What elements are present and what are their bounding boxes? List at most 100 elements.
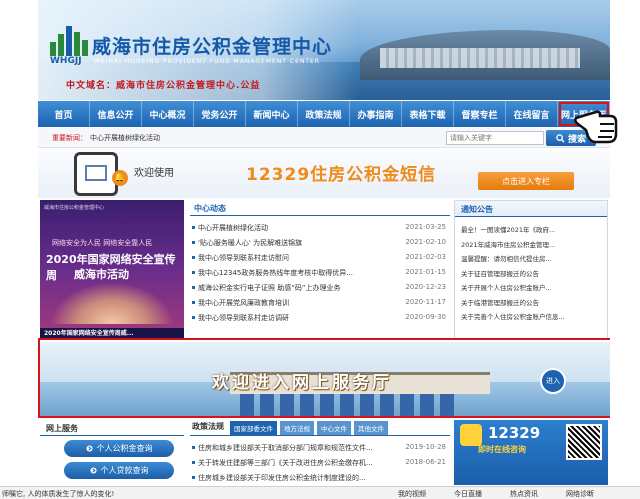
news-title: 我中心领导到联系村走访调研 [198, 314, 289, 322]
main-nav: 首页 信息公开 中心概况 党务公开 新闻中心 政策法规 办事指南 表格下载 督察… [38, 101, 610, 127]
search-icon [556, 133, 565, 143]
logo-bars-icon [50, 20, 90, 56]
bullet-icon [192, 226, 195, 229]
promo-image [50, 282, 174, 324]
list-item[interactable]: 威海公积金实行电子证照 助感“码”上办理业务 2020-12-23 [190, 280, 450, 295]
list-item[interactable]: 关于征召管理部搬迁的公告 [455, 265, 607, 280]
bullet-icon [192, 286, 195, 289]
center-news-title[interactable]: 中心动态 [194, 203, 226, 214]
list-item[interactable]: 关于完善个人住房公积金账户信息... [455, 308, 607, 323]
hotline-phone-icon [460, 424, 482, 446]
sms-title: 12329住房公积金短信 [246, 165, 437, 185]
nav-item-policy[interactable]: 政策法规 [298, 101, 350, 127]
list-item[interactable]: 住房和城乡建设部关于取消部分部门规章和规范性文件... 2019-10-28 [190, 440, 450, 455]
notice-item-title: 关于临港管理部搬迁的公告 [461, 298, 539, 307]
promo-org: 威海市住房公积金管理中心 [44, 205, 105, 211]
phone-icon [74, 152, 118, 196]
bullet-icon [192, 476, 195, 479]
hotline-panel[interactable]: 12329 即时在线咨询 [454, 420, 608, 485]
header-banner: WHGJJ 威海市住房公积金管理中心 WEIHAI HOUSING PROVID… [38, 0, 610, 100]
site-logo[interactable]: WHGJJ [50, 20, 90, 66]
bullet-icon [192, 461, 195, 464]
list-item[interactable]: 我中心12345政务服务热线年度考核中取得优异... 2021-01-15 [190, 265, 450, 280]
list-item[interactable]: 温馨提醒：请勿相信代提住房... [455, 250, 607, 265]
hotline-subtitle: 即时在线咨询 [478, 445, 526, 454]
taskbar-news-ticker[interactable]: 师嘱它, 人的体质发生了惊人的变化! [2, 489, 114, 499]
notice-item-title: 关于完善个人住房公积金账户信息... [461, 313, 565, 321]
nav-item-guide[interactable]: 办事指南 [350, 101, 402, 127]
list-item[interactable]: '贴心服务暖人心' 为民解难送锦旗 2021-02-10 [190, 235, 450, 250]
personal-loan-query-button[interactable]: 个人贷款查询 [64, 462, 174, 479]
policy-item-title: 住房城乡建设部关于印发住房公积金统计制度建设的... [198, 474, 366, 482]
list-item[interactable]: 2021年威海市住房公积金管理... [455, 236, 607, 251]
site-name-en: WEIHAI HOUSING PROVIDENT FUND MANAGEMENT… [94, 58, 320, 65]
list-item[interactable]: 我中心开展党风廉政教育培训 2020-11-17 [190, 295, 450, 310]
list-item[interactable]: 住房城乡建设部关于印发住房公积金统计制度建设的... [190, 470, 450, 485]
enter-column-button[interactable]: 点击进入专栏 [478, 172, 574, 190]
nav-item-forms[interactable]: 表格下载 [402, 101, 454, 127]
notice-item-title: 关于征召管理部搬迁的公告 [461, 269, 539, 278]
security-week-promo[interactable]: 威海市住房公积金管理中心 网络安全为人民 网络安全靠人民 2020年国家网络安全… [40, 200, 184, 340]
notice-title[interactable]: 通知公告 [461, 204, 493, 215]
list-item[interactable]: 我中心领导到联系村走访调研 2020-09-30 [190, 310, 450, 325]
nav-item-supervision[interactable]: 督察专栏 [454, 101, 506, 127]
news-date: 2021-03-25 [405, 223, 446, 231]
notice-item-title: 最全！一图读懂2021年《政府... [461, 226, 556, 234]
highlight-box [38, 338, 610, 418]
taskbar: 师嘱它, 人的体质发生了惊人的变化! 我的视频 今日直播 热点资讯 网络诊断 [0, 486, 640, 499]
bottom-row: 网上服务 个人公积金查询 个人贷款查询 政策法规 国家部委文件 地方法规 中心文… [38, 420, 610, 485]
bullet-icon [192, 271, 195, 274]
search-input[interactable] [446, 131, 544, 145]
arrow-right-icon [89, 467, 97, 474]
tab-local[interactable]: 地方法规 [280, 421, 314, 435]
taskbar-network-diagnosis[interactable]: 网络诊断 [566, 489, 594, 499]
news-title: 我中心开展党风廉政教育培训 [198, 299, 289, 307]
news-title: 我中心12345政务服务热线年度考核中取得优异... [198, 269, 353, 277]
policy-item-date: 2018-06-21 [405, 458, 446, 466]
nav-item-message[interactable]: 在线留言 [506, 101, 558, 127]
notice-list: 最全！一图读懂2021年《政府... 2021年威海市住房公积金管理... 温馨… [455, 221, 607, 323]
tab-other[interactable]: 其他文件 [354, 421, 388, 435]
notice-header: 通知公告 [455, 201, 607, 217]
welcome-text: 欢迎使用 [134, 168, 174, 179]
news-date: 2021-02-10 [405, 238, 446, 246]
news-date: 2021-02-03 [405, 253, 446, 261]
website: WHGJJ 威海市住房公积金管理中心 WEIHAI HOUSING PROVID… [38, 0, 610, 485]
notice-item-title: 关于开展个人住房公积金账户... [461, 284, 552, 292]
headline-link[interactable]: 中心开展植树绿化活动 [90, 133, 160, 143]
list-item[interactable]: 关于临港管理部搬迁的公告 [455, 294, 607, 309]
nav-item-home[interactable]: 首页 [38, 101, 90, 127]
list-item[interactable]: 关于转发住建部等三部门《关于改进住房公积金缴存机... 2018-06-21 [190, 455, 450, 470]
policy-panel: 政策法规 国家部委文件 地方法规 中心文件 其他文件 住房和城乡建设部关于取消部… [190, 420, 450, 485]
personal-fund-query-button[interactable]: 个人公积金查询 [64, 440, 174, 457]
notice-item-title: 温馨提醒：请勿相信代提住房... [461, 255, 552, 263]
news-title: 我中心领导到联系村走访慰问 [198, 254, 289, 262]
center-news: 中心动态 中心开展植树绿化活动 2021-03-25 '贴心服务暖人心' 为民解难… [190, 200, 450, 340]
news-date: 2021-01-15 [405, 268, 446, 276]
bullet-icon [192, 446, 195, 449]
nav-item-party[interactable]: 党务公开 [194, 101, 246, 127]
logo-text: WHGJJ [50, 56, 82, 66]
list-item[interactable]: 最全！一图读懂2021年《政府... [455, 221, 607, 236]
news-date: 2020-12-23 [405, 283, 446, 291]
list-item[interactable]: 中心开展植树绿化活动 2021-03-25 [190, 220, 450, 235]
tab-center[interactable]: 中心文件 [317, 421, 351, 435]
hotline-number: 12329 [488, 424, 541, 442]
news-title: 中心开展植树绿化活动 [198, 224, 268, 232]
tab-national[interactable]: 国家部委文件 [230, 421, 277, 435]
taskbar-my-videos[interactable]: 我的视频 [398, 489, 426, 499]
nav-item-news[interactable]: 新闻中心 [246, 101, 298, 127]
list-item[interactable]: 关于开展个人住房公积金账户... [455, 279, 607, 294]
browser-content: WHGJJ 威海市住房公积金管理中心 WEIHAI HOUSING PROVID… [0, 0, 640, 499]
taskbar-live[interactable]: 今日直播 [454, 489, 482, 499]
list-item[interactable]: 我中心领导到联系村走访慰问 2021-02-03 [190, 250, 450, 265]
nav-item-info[interactable]: 信息公开 [90, 101, 142, 127]
nav-item-overview[interactable]: 中心概况 [142, 101, 194, 127]
policy-item-date: 2019-10-28 [405, 443, 446, 451]
bullet-icon [192, 241, 195, 244]
news-title: '贴心服务暖人心' 为民解难送锦旗 [198, 239, 303, 247]
taskbar-hot-news[interactable]: 热点资讯 [510, 489, 538, 499]
policy-title: 政策法规 [192, 422, 224, 431]
policy-item-title: 住房和城乡建设部关于取消部分部门规章和规范性文件... [198, 444, 373, 452]
arrow-right-icon [85, 445, 93, 452]
